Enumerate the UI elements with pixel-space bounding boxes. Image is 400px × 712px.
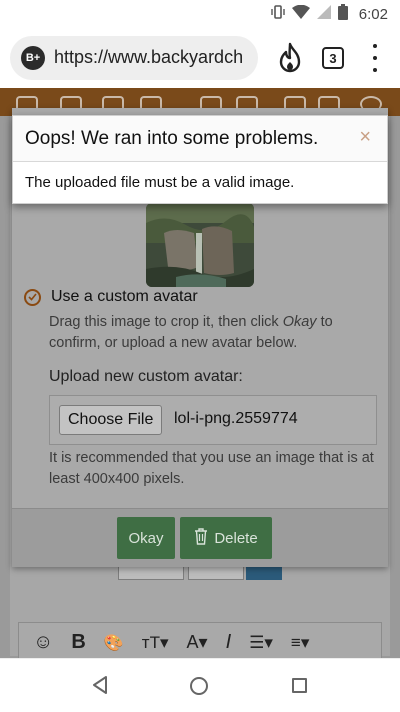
list-icon[interactable]: ☰▾ [249, 633, 273, 653]
editor-toolbar: ☺ B 🎨 тT▾ A▾ I ☰▾ ≡▾ [18, 622, 382, 658]
close-icon[interactable]: × [359, 126, 371, 149]
smilie-icon[interactable]: ☺ [33, 631, 53, 654]
url-text[interactable]: https://www.backyardch [54, 47, 243, 68]
bold-icon[interactable]: B [71, 631, 85, 654]
error-overlay: Oops! We ran into some problems. × The u… [12, 115, 388, 204]
palette-icon[interactable]: 🎨 [104, 633, 124, 653]
file-input[interactable]: Choose File lol-i-png.2559774 [49, 395, 377, 445]
fire-icon[interactable] [276, 42, 304, 74]
vibrate-icon [271, 4, 285, 25]
overflow-menu-icon[interactable] [368, 44, 382, 72]
crop-help-text: Drag this image to crop it, then click O… [49, 314, 333, 351]
choose-file-button[interactable]: Choose File [59, 405, 163, 435]
underlay-button [188, 566, 244, 580]
selected-file-name: lol-i-png.2559774 [174, 410, 298, 427]
avatar-preview[interactable] [146, 203, 254, 287]
font-color-icon[interactable]: A▾ [187, 632, 208, 653]
okay-button[interactable]: Okay [117, 517, 175, 559]
error-title: Oops! We ran into some problems. [25, 128, 319, 149]
wifi-icon [291, 4, 310, 24]
android-nav-bar [0, 658, 400, 712]
status-icons: 6:02 [271, 3, 388, 25]
underlay-button [246, 566, 282, 580]
custom-avatar-option[interactable]: Use a custom avatar [24, 288, 198, 306]
font-size-icon[interactable]: тT▾ [142, 633, 169, 653]
trash-icon [194, 527, 208, 549]
editor-tools: ☺ B 🎨 тT▾ A▾ I ☰▾ ≡▾ [33, 631, 309, 654]
signal-icon [316, 4, 331, 24]
delete-button[interactable]: Delete [180, 517, 272, 559]
url-bar[interactable]: B+ https://www.backyardch [10, 36, 258, 80]
status-bar: 6:02 [0, 0, 400, 28]
underlay-buttons [118, 566, 318, 580]
upload-label: Upload new custom avatar: [49, 368, 243, 385]
battery-icon [337, 3, 348, 25]
site-favicon: B+ [21, 46, 45, 70]
home-icon[interactable] [190, 677, 208, 695]
align-icon[interactable]: ≡▾ [291, 633, 309, 653]
error-message: The uploaded file must be a valid image. [25, 174, 295, 191]
error-header: Oops! We ran into some problems. × [13, 116, 387, 162]
browser-toolbar: B+ https://www.backyardch 3 [0, 28, 400, 88]
check-circle-icon[interactable] [24, 288, 41, 306]
recents-icon[interactable] [292, 678, 307, 693]
size-recommendation: It is recommended that you use an image … [49, 450, 374, 487]
underlay-button [118, 566, 184, 580]
okay-label: Okay [128, 529, 164, 547]
tabs-icon[interactable]: 3 [322, 47, 344, 69]
delete-label: Delete [214, 529, 258, 547]
italic-icon[interactable]: I [226, 631, 232, 654]
status-time: 6:02 [358, 5, 388, 23]
dialog-footer: Okay Delete [12, 508, 388, 567]
back-icon[interactable] [92, 676, 108, 699]
custom-avatar-label: Use a custom avatar [51, 288, 198, 305]
